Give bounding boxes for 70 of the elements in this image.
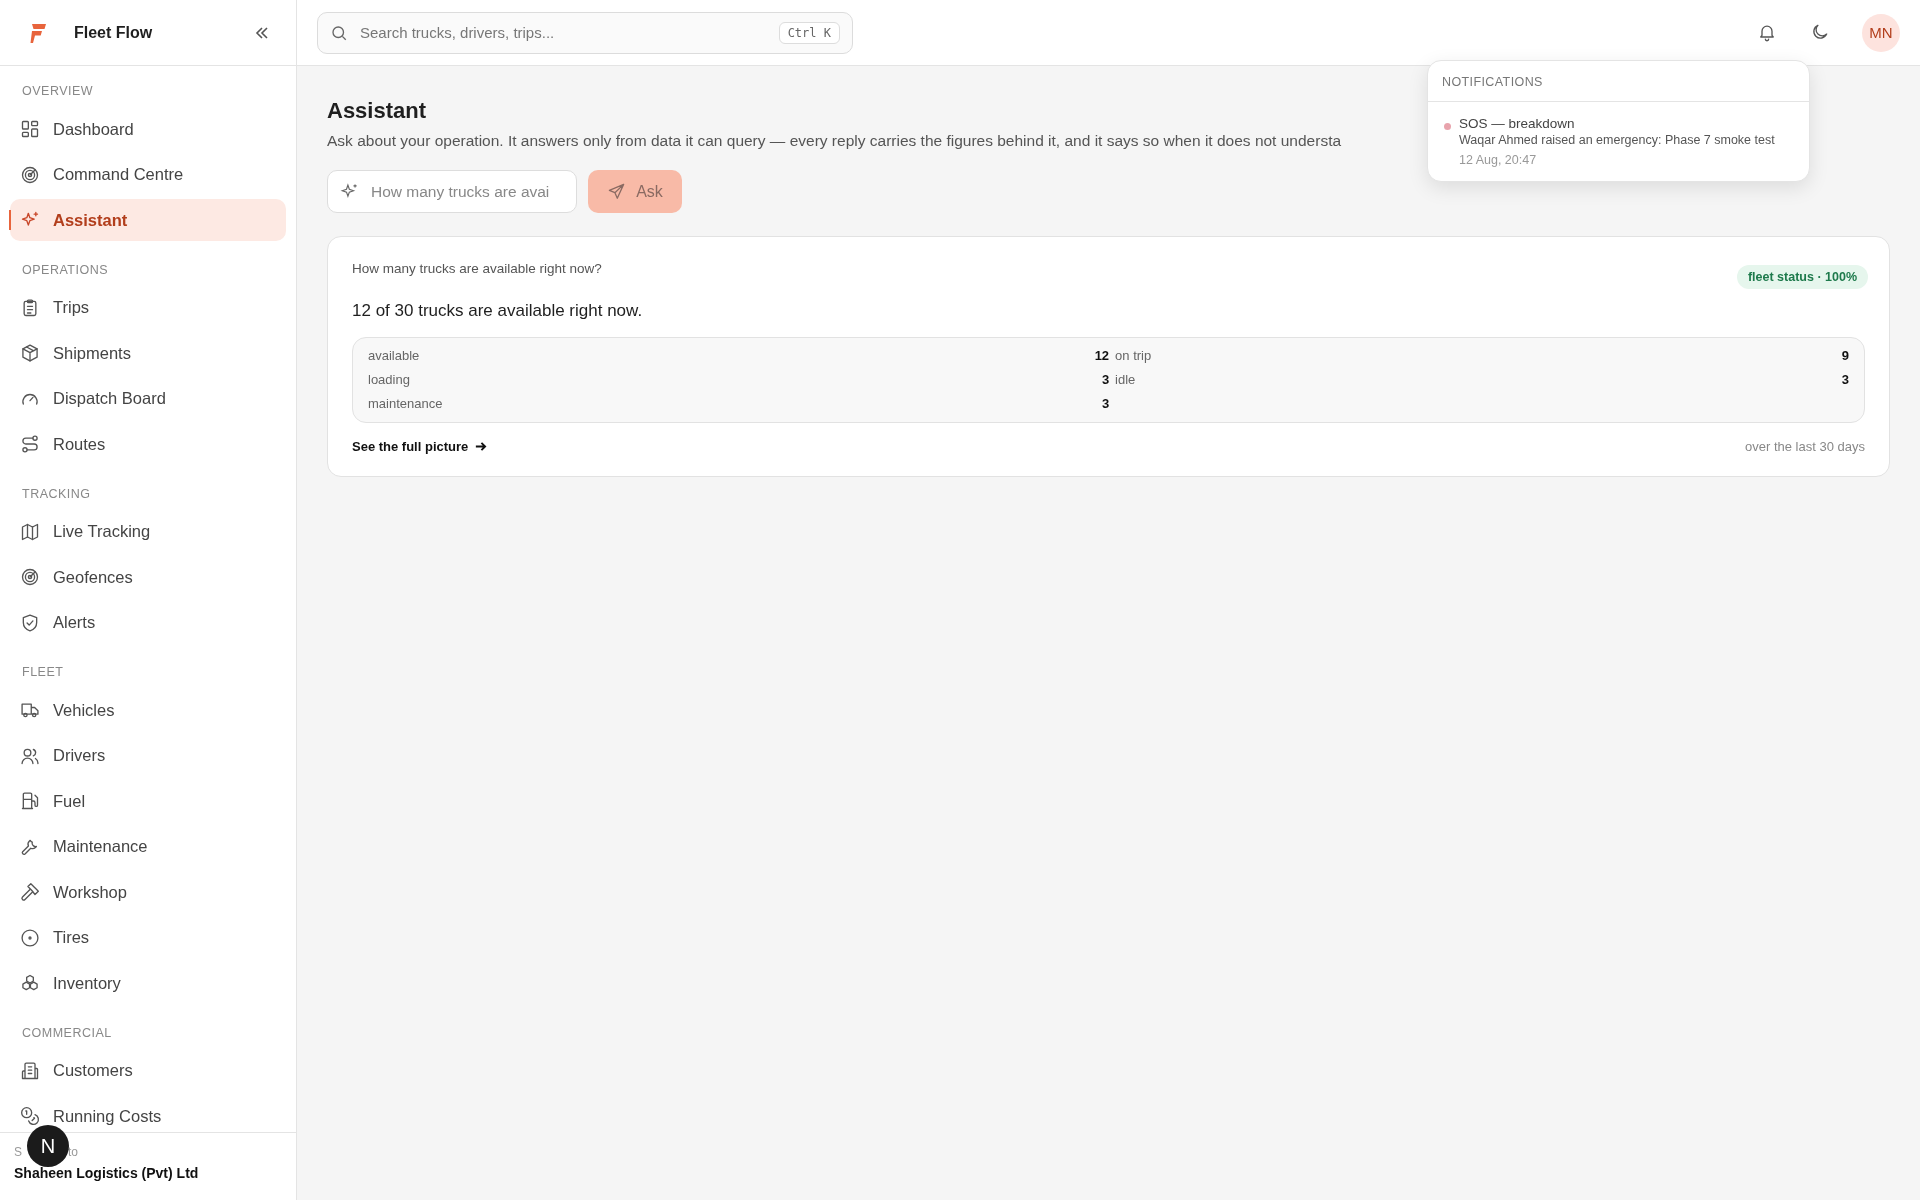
signed-in-label: to (68, 1145, 79, 1161)
stat-value: 3 (1841, 371, 1849, 389)
question-text: How many trucks are available right now? (352, 261, 602, 276)
page-title: Assistant (327, 98, 427, 124)
stat-value: 9 (1841, 347, 1849, 365)
nav-item[interactable]: Shipments (10, 332, 286, 374)
section-label: COMMERCIAL (21, 1024, 113, 1042)
nav-item[interactable]: Maintenance (10, 825, 286, 868)
stat-value: 3 (1100, 371, 1110, 389)
nav-item[interactable]: Customers (10, 1049, 286, 1092)
nav-item[interactable]: Dashboard (10, 108, 286, 150)
shortcut-hint: Ctrl K (778, 21, 840, 44)
nav-item[interactable]: Drivers (10, 734, 286, 777)
map-icon (20, 521, 40, 542)
nav-item[interactable]: Fuel (10, 780, 286, 822)
building-icon (20, 1060, 40, 1081)
radar-icon (20, 567, 40, 587)
coins-icon (20, 1106, 40, 1126)
nav-item[interactable]: Trips (10, 286, 286, 329)
stat-value: 3 (1100, 395, 1110, 413)
section-label: OPERATIONS (21, 261, 110, 279)
circle-dot-icon (20, 927, 40, 948)
source-tag: fleet status · 100% (1736, 265, 1868, 289)
stat-label: on trip (1115, 347, 1153, 365)
search-icon (330, 23, 348, 42)
nav-item[interactable]: Vehicles (10, 689, 286, 731)
search-field[interactable]: Search trucks, drivers, trips... (358, 23, 779, 42)
nav-item[interactable]: Assistant (10, 199, 286, 241)
notification-title[interactable]: SOS — breakdown (1459, 116, 1775, 131)
nav-item[interactable]: Inventory (10, 962, 286, 1004)
section-label: TRACKING (21, 485, 92, 503)
grid-icon (20, 119, 40, 139)
hammer-icon (20, 882, 40, 902)
nav-item[interactable]: Tires (10, 916, 286, 959)
stat-label: loading (368, 371, 411, 389)
nav-item[interactable]: Dispatch Board (10, 377, 286, 420)
full-picture-link[interactable]: See the full picture (352, 439, 488, 454)
send-icon (607, 182, 627, 201)
arrow-icon (474, 440, 488, 453)
period-note: over the last 30 days (1745, 439, 1865, 454)
box-icon (20, 343, 40, 363)
panel-title: NOTIFICATIONS (1428, 61, 1809, 102)
nav-item[interactable]: Live Tracking (10, 510, 286, 553)
section-label: OVERVIEW (21, 83, 95, 100)
organisation-name: Shaheen Logistics (Pvt) Ltd (14, 1165, 200, 1181)
stat-label: idle (1115, 371, 1137, 389)
notification-time: 12 Aug, 20:47 (1459, 153, 1538, 167)
dev-badge[interactable]: N (27, 1125, 69, 1167)
signed-in-label: S (14, 1145, 22, 1161)
stat-label: available (368, 347, 421, 365)
section-label: FLEET (21, 664, 65, 681)
shield-icon (20, 612, 40, 633)
fuel-pump-icon (20, 791, 40, 811)
nav-item[interactable]: Geofences (10, 556, 286, 598)
boxes-icon (20, 973, 40, 993)
stat-value: 12 (1094, 347, 1110, 365)
route-icon (20, 434, 40, 454)
search-box[interactable]: Search trucks, drivers, trips... Ctrl K (317, 11, 853, 54)
user-avatar[interactable]: MN (1862, 13, 1900, 52)
answer-text: 12 of 30 trucks are available right now. (352, 301, 644, 321)
nav-item[interactable]: Command Centre (10, 153, 286, 196)
nav-item[interactable]: Alerts (10, 601, 286, 644)
logo-icon (30, 21, 48, 44)
notification-body: Waqar Ahmed raised an emergency: Phase 7 smoke test (1459, 133, 1775, 147)
page-description: Ask about your operation. It answers only from data it can query — every reply carries the figures behind it, and it says so when it does not understa (327, 132, 1342, 150)
brand-name: Fleet Flow (74, 23, 154, 42)
nav-item[interactable]: Workshop (10, 871, 286, 913)
nav-item[interactable]: Routes (10, 423, 286, 465)
stat-label: maintenance (368, 395, 444, 413)
radar-icon (20, 164, 40, 185)
